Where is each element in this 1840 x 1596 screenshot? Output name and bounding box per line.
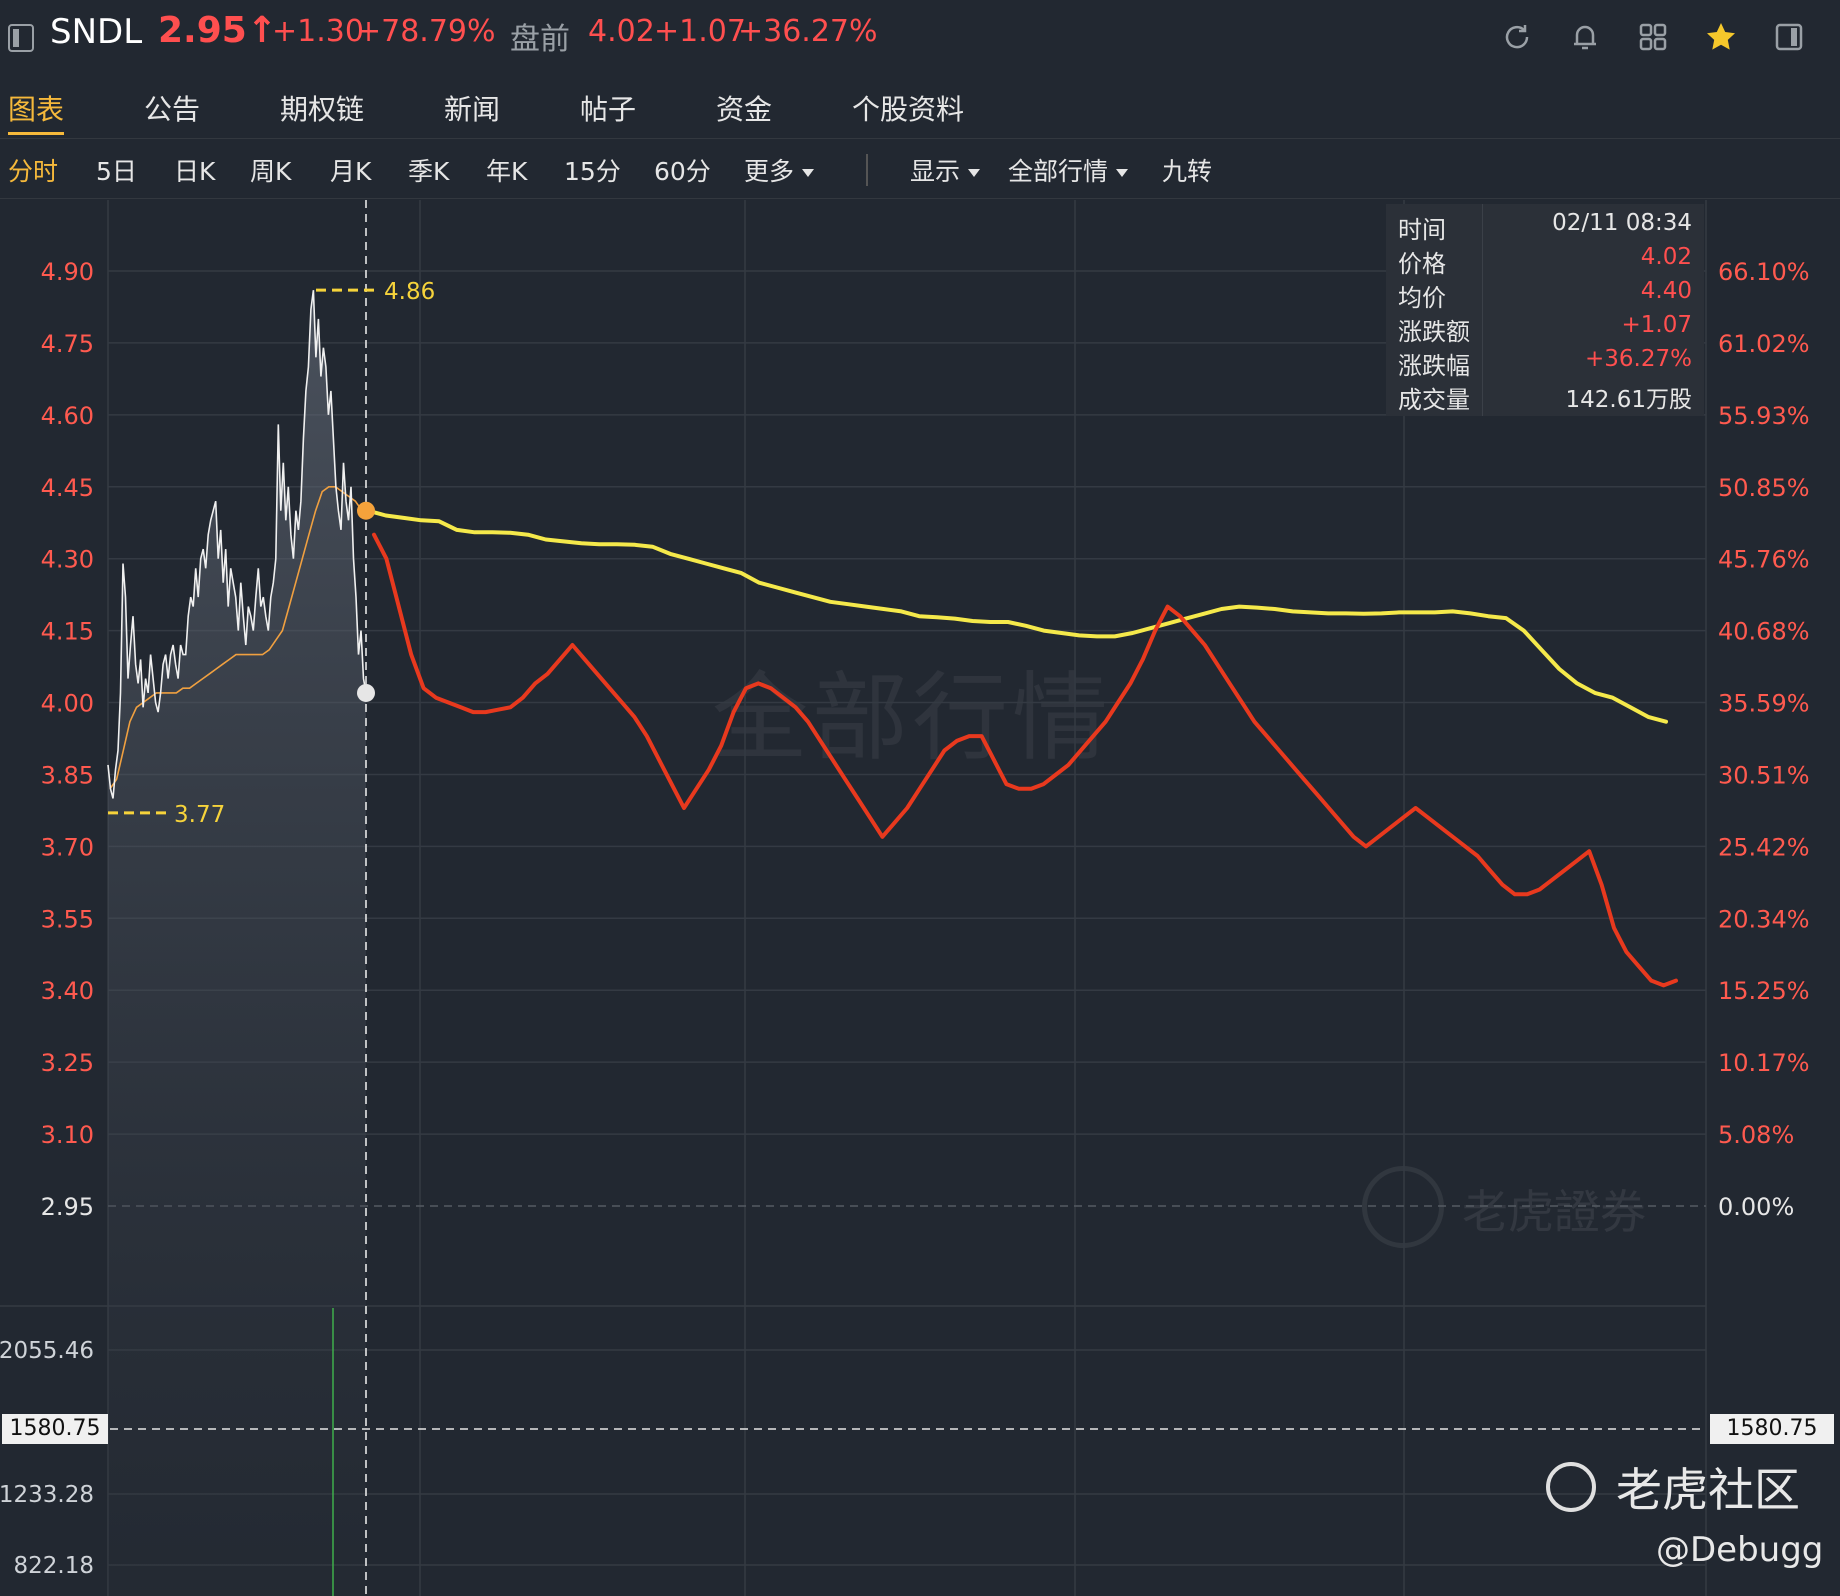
info-row-volume: 成交量 142.61万股: [1386, 380, 1704, 414]
avg-price-dot: [357, 501, 375, 520]
price-tick-label: 2.95: [41, 1193, 94, 1221]
price-axis-labels: 4.90 4.75 4.60 4.45 4.30 4.15 4.00 3.85 3.70 3.55…: [41, 258, 94, 1221]
percent-tick-label: 10.17%: [1718, 1049, 1810, 1077]
info-pct-label: 涨跌幅: [1398, 352, 1470, 380]
price-tick-label: 4.00: [41, 690, 94, 718]
percent-tick-label: 40.68%: [1718, 618, 1810, 646]
info-row-pct: 涨跌幅 +36.27%: [1386, 346, 1704, 380]
overlay-yellow-line: [366, 508, 1668, 724]
price-tick-label: 3.55: [41, 905, 94, 933]
percent-tick-label: 25.42%: [1718, 833, 1810, 861]
info-volume-label: 成交量: [1398, 386, 1470, 414]
percent-axis-labels: 66.10% 61.02% 55.93% 50.85% 45.76% 40.68% 35.5…: [1718, 258, 1810, 1221]
crosshair-info-panel: 时间 02/11 08:34 价格 4.02 均价 4.40 涨跌额 +1.07…: [1386, 204, 1704, 416]
low-marker-label: 3.77: [174, 802, 225, 828]
percent-tick-label: 15.25%: [1718, 977, 1810, 1005]
price-tick-label: 4.15: [41, 618, 94, 646]
info-change-value: +1.07: [1621, 312, 1692, 338]
info-change-label: 涨跌额: [1398, 318, 1470, 346]
volume-tick-label: 1233.28: [0, 1482, 94, 1508]
percent-tick-label: 50.85%: [1718, 474, 1810, 502]
info-volume-value: 142.61万股: [1565, 387, 1692, 413]
price-tick-label: 4.30: [41, 546, 94, 574]
price-dot: [357, 683, 375, 702]
tiger-community-logo-icon: [1546, 1462, 1596, 1512]
price-tick-label: 3.10: [41, 1121, 94, 1149]
percent-tick-label: 20.34%: [1718, 905, 1810, 933]
percent-tick-label: 66.10%: [1718, 258, 1810, 286]
info-row-avg: 均价 4.40: [1386, 278, 1704, 312]
percent-tick-label: 30.51%: [1718, 761, 1810, 789]
info-row-change: 涨跌额 +1.07: [1386, 312, 1704, 346]
author-handle: @Debugg: [1656, 1530, 1824, 1570]
info-row-price: 价格 4.02: [1386, 244, 1704, 278]
volume-crosshair-label-right: 1580.75: [1710, 1414, 1834, 1444]
price-tick-label: 3.85: [41, 761, 94, 789]
price-tick-label: 4.45: [41, 474, 94, 502]
community-watermark: 老虎社区: [1616, 1463, 1800, 1517]
info-time-value: 02/11 08:34: [1552, 210, 1692, 236]
info-row-time: 时间 02/11 08:34: [1386, 210, 1704, 244]
price-tick-label: 3.70: [41, 833, 94, 861]
percent-tick-label: 35.59%: [1718, 690, 1810, 718]
percent-tick-label: 5.08%: [1718, 1121, 1794, 1149]
info-price-value: 4.02: [1640, 244, 1692, 270]
percent-tick-label: 45.76%: [1718, 546, 1810, 574]
info-avg-value: 4.40: [1640, 278, 1692, 304]
percent-tick-label: 0.00%: [1718, 1193, 1794, 1221]
info-price-label: 价格: [1398, 250, 1446, 278]
volume-tick-label: 2055.46: [0, 1338, 94, 1364]
price-tick-label: 4.75: [41, 330, 94, 358]
volume-crosshair-label-left: 1580.75: [2, 1414, 108, 1444]
info-avg-label: 均价: [1398, 284, 1446, 312]
info-time-label: 时间: [1398, 216, 1446, 244]
percent-tick-label: 55.93%: [1718, 402, 1810, 430]
price-tick-label: 3.40: [41, 977, 94, 1005]
price-tick-label: 4.60: [41, 402, 94, 430]
info-pct-value: +36.27%: [1585, 346, 1692, 372]
percent-tick-label: 61.02%: [1718, 330, 1810, 358]
price-tick-label: 3.25: [41, 1049, 94, 1077]
volume-tick-label: 822.18: [14, 1553, 94, 1579]
high-marker-label: 4.86: [384, 279, 435, 305]
price-tick-label: 4.90: [41, 258, 94, 286]
